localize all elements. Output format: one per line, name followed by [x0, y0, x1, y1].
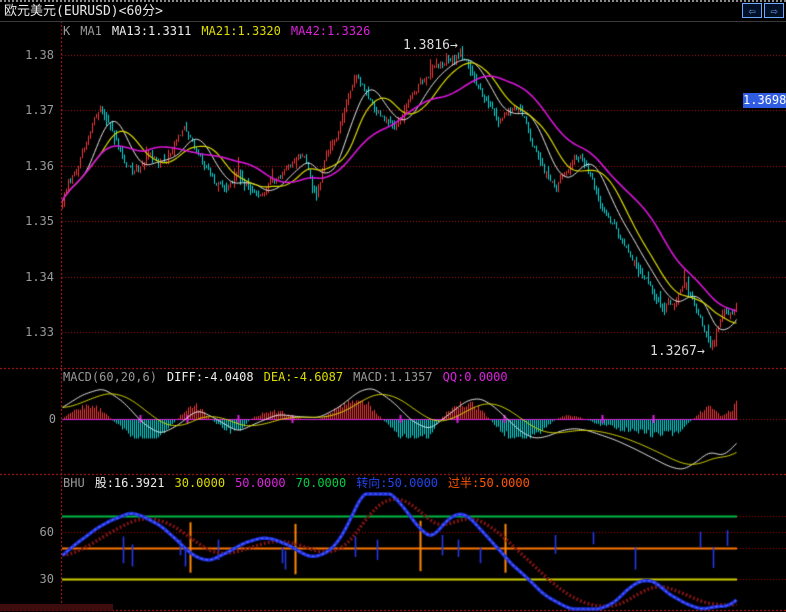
legend-macd-value: MACD:1.1357	[353, 370, 432, 384]
legend-k: K	[63, 24, 70, 38]
bhu-legend: BHU 股:16.3921 30.0000 50.0000 70.0000 转向…	[63, 476, 540, 490]
legend-bhu-k: 股:16.3921	[95, 476, 165, 490]
y-axis-label-138: 1.38	[4, 48, 54, 62]
macd-zero-label: 0	[38, 412, 56, 426]
legend-ma13: MA13:1.3311	[112, 24, 191, 38]
window-title: 欧元美元(EURUSD)<60分>	[4, 3, 163, 20]
chart-canvas[interactable]	[0, 2, 786, 612]
y-axis-label-136: 1.36	[4, 159, 54, 173]
y-axis-label-133: 1.33	[4, 325, 54, 339]
legend-macd-params: MACD(60,20,6)	[63, 370, 157, 384]
legend-diff: DIFF:-4.0408	[167, 370, 254, 384]
legend-bhu-half: 过半:50.0000	[448, 476, 530, 490]
legend-ma21: MA21:1.3320	[201, 24, 280, 38]
back-arrow-icon[interactable]: ⇦	[742, 3, 762, 18]
legend-qq: QQ:0.0000	[443, 370, 508, 384]
legend-bhu-50: 50.0000	[235, 476, 286, 490]
legend-bhu: BHU	[63, 476, 85, 490]
nav-buttons: ⇦ ⇨	[742, 3, 784, 18]
last-price-tag: 1.3698	[743, 93, 786, 108]
low-price-annotation: 1.3267→	[650, 345, 705, 359]
forward-arrow-icon[interactable]: ⇨	[764, 3, 784, 18]
legend-dea: DEA:-4.6087	[264, 370, 343, 384]
legend-bhu-30: 30.0000	[175, 476, 226, 490]
legend-bhu-turn: 转向:50.0000	[356, 476, 438, 490]
high-price-annotation: 1.3816→	[403, 39, 458, 53]
y-axis-label-135: 1.35	[4, 214, 54, 228]
y-axis-label-137: 1.37	[4, 103, 54, 117]
macd-legend: MACD(60,20,6) DIFF:-4.0408 DEA:-4.6087 M…	[63, 370, 518, 384]
bhu-label-60: 60	[30, 525, 54, 539]
main-chart-legend: K MA1 MA13:1.3311 MA21:1.3320 MA42:1.332…	[63, 24, 380, 38]
trading-app-window: 欧元美元(EURUSD)<60分> ⇦ ⇨ K MA1 MA13:1.3311 …	[0, 0, 786, 612]
y-axis-label-134: 1.34	[4, 270, 54, 284]
bottom-left-strip	[0, 604, 113, 611]
legend-bhu-70: 70.0000	[296, 476, 347, 490]
legend-ma1: MA1	[80, 24, 102, 38]
bhu-label-30: 30	[30, 572, 54, 586]
legend-ma42: MA42:1.3326	[291, 24, 370, 38]
title-bar: 欧元美元(EURUSD)<60分> ⇦ ⇨	[0, 2, 786, 22]
